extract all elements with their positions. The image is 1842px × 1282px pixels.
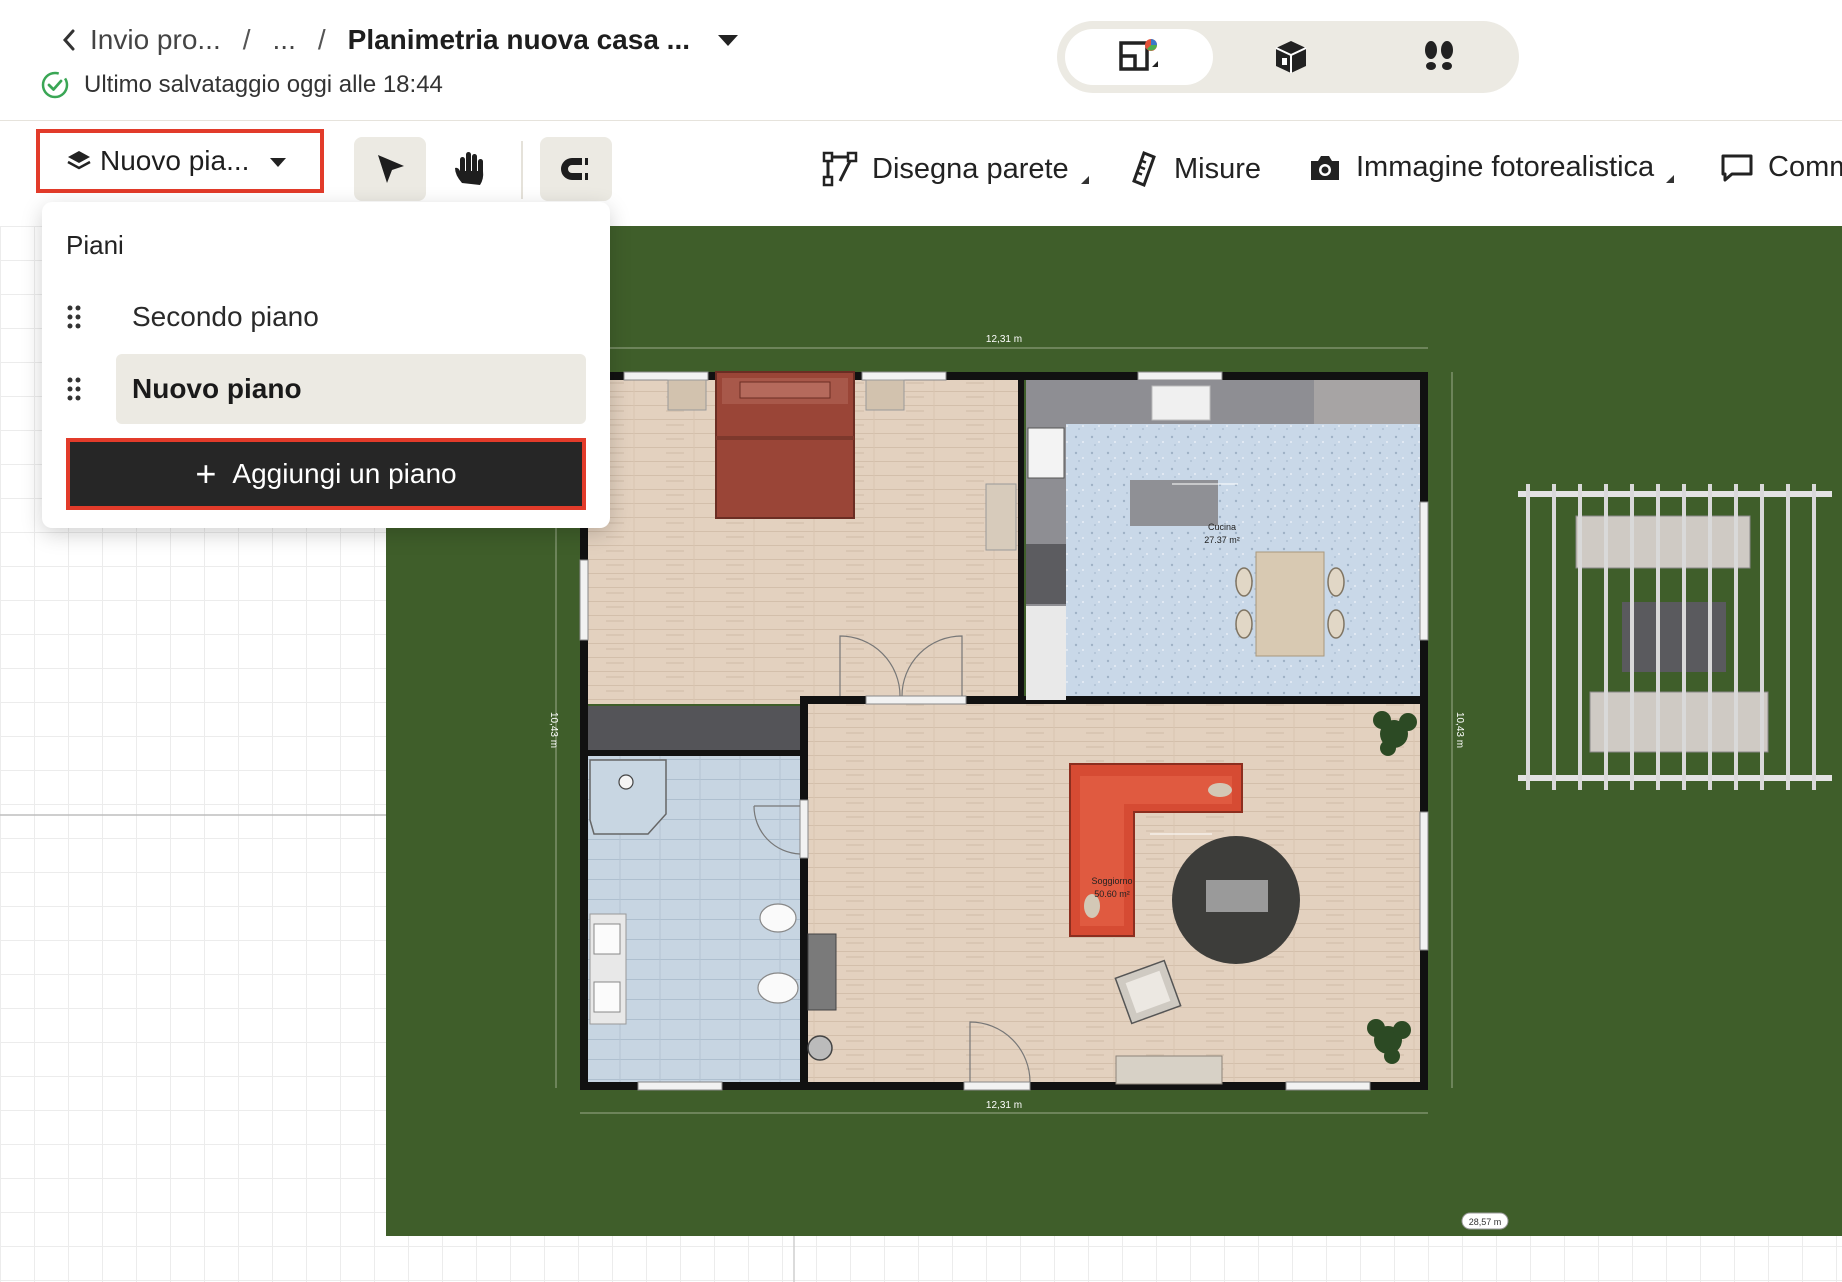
floors-panel: Piani Secondo piano Nuovo piano + Aggiun… [42,202,610,528]
floor-select-label: Nuovo pia... [100,145,250,176]
wardrobe[interactable] [985,483,1017,551]
floor-drain [807,1035,833,1061]
select-tool-button[interactable] [354,137,426,201]
corridor-floor [588,706,800,750]
submenu-corner-icon [1080,176,1089,184]
add-floor-label: Aggiungi un piano [232,458,457,489]
kitchen-sink[interactable] [1151,385,1211,421]
floors-panel-title: Piani [66,230,124,260]
nightstand[interactable] [865,379,905,411]
submenu-corner-icon [1666,174,1675,183]
plus-icon: + [195,453,217,494]
tv-unit[interactable] [807,933,837,1011]
chevron-down-icon [270,158,286,167]
draw-wall-icon [822,151,858,187]
comment-icon [1721,154,1753,181]
snap-tool-button[interactable] [540,137,612,201]
floor-item-label: Secondo piano [132,301,319,332]
chevron-down-icon[interactable] [718,34,739,46]
breadcrumb-project[interactable]: Invio pro... [90,24,221,56]
dimension-right: 10,43 m [1454,712,1465,748]
measures-label: Misure [1174,152,1262,185]
shower[interactable] [589,759,667,835]
room-area-living: 50.60 m² [1094,889,1130,899]
dimension-bottom: 12,31 m [986,1100,1022,1111]
pan-tool-button[interactable] [434,137,506,201]
floor-item-secondo-piano[interactable]: Secondo piano [66,282,586,352]
coffee-table[interactable] [1206,880,1268,912]
scale-label: 28,57 m [1469,1217,1502,1227]
kitchen-island[interactable] [1130,480,1218,526]
floor-item-label: Nuovo piano [116,354,586,424]
walkthrough-icon [1425,41,1453,70]
cooktop[interactable] [1027,427,1065,479]
chevron-left-icon[interactable] [58,25,80,55]
draw-wall-button[interactable]: Disegna parete [822,151,1089,187]
ruler-icon [1132,151,1156,187]
check-circle-icon [41,71,69,99]
breadcrumb: Invio pro... / ... / Planimetria nuova c… [58,24,739,56]
add-floor-button-inner: + Aggiungi un piano [74,446,578,502]
bidet[interactable] [759,903,797,933]
dimension-left: 10,43 m [548,712,559,748]
view-2d-button[interactable] [1065,29,1213,85]
draw-wall-label: Disegna parete [872,152,1069,185]
room-label-living: Soggiorno [1091,876,1132,886]
hand-icon [455,152,484,185]
breadcrumb-separator: / [317,24,326,55]
floor-select[interactable]: Nuovo pia... [36,129,324,193]
walkthrough-button[interactable] [1367,29,1511,85]
toilet[interactable] [757,972,799,1004]
page-title[interactable]: Planimetria nuova casa ... [348,24,690,56]
room-area-kitchen: 27.37 m² [1204,535,1240,545]
comment-button[interactable]: Comm [1720,151,1842,184]
view-switch [1057,21,1519,93]
pointer-icon [378,155,404,183]
dining-table[interactable] [1255,551,1325,657]
breadcrumb-ellipsis[interactable]: ... [273,24,296,56]
toolbar-divider [521,141,523,199]
top-bar: Invio pro... / ... / Planimetria nuova c… [0,0,1842,121]
view-2d-icon [1119,39,1158,71]
drag-handle-icon[interactable] [66,304,82,330]
save-status-text: Ultimo salvataggio oggi alle 18:44 [84,71,443,98]
room-label-kitchen: Cucina [1208,522,1236,532]
save-status: Ultimo salvataggio oggi alle 18:44 [40,70,443,100]
comment-label: Comm [1768,151,1842,183]
layers-icon [67,151,91,170]
magnet-icon [561,158,588,180]
photo-render-button[interactable]: Immagine fotorealistica [1308,151,1675,184]
nightstand[interactable] [667,379,707,411]
floor-item-nuovo-piano[interactable]: Nuovo piano [66,354,586,424]
view-3d-icon [1275,41,1307,73]
add-floor-button[interactable]: + Aggiungi un piano [66,438,586,510]
drag-handle-icon[interactable] [66,376,82,402]
measures-button[interactable]: Misure [1130,151,1261,187]
photo-render-label: Immagine fotorealistica [1356,151,1655,183]
sideboard[interactable] [1115,1055,1223,1085]
view-3d-button[interactable] [1217,29,1365,85]
breadcrumb-separator: / [242,24,251,55]
dimension-top: 12,31 m [986,334,1022,345]
camera-icon [1311,155,1339,180]
